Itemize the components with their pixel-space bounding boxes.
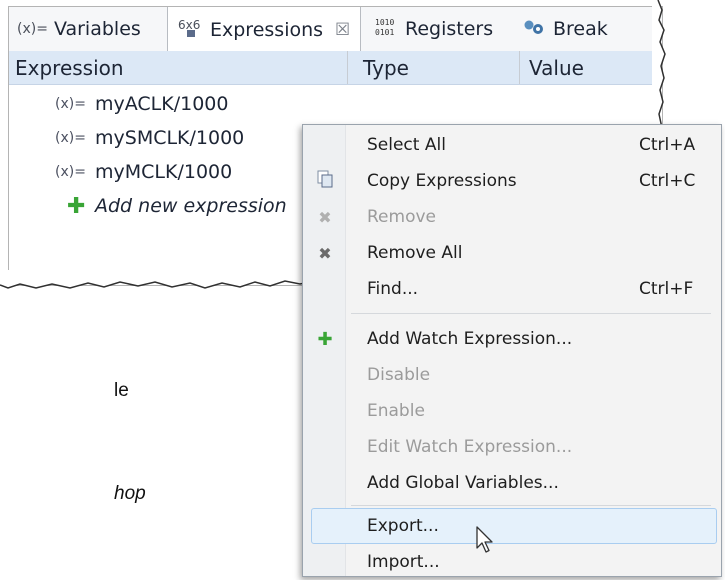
menu-item-find[interactable]: Find... Ctrl+F xyxy=(303,271,721,307)
menu-item-label: Add Watch Expression... xyxy=(367,329,573,349)
expressions-icon: 6x6 xyxy=(178,17,204,43)
view-tab-bar: (x)= Variables 6x6 Expressions ☒ 1010 01… xyxy=(9,7,662,52)
plus-icon: ✚ xyxy=(67,193,86,219)
menu-item-label: Disable xyxy=(367,365,431,385)
column-divider[interactable] xyxy=(347,51,348,84)
menu-item-export[interactable]: Export... xyxy=(303,508,721,544)
menu-item-add-global-variables[interactable]: Add Global Variables... xyxy=(303,465,721,501)
menu-item-disable[interactable]: Disable xyxy=(303,357,721,393)
svg-text:0101: 0101 xyxy=(375,28,394,37)
menu-item-remove[interactable]: ✖ Remove xyxy=(303,199,721,235)
background-text-fragment: le xyxy=(114,380,129,401)
column-header: Expression Type Value xyxy=(9,51,662,85)
menu-item-copy-expressions[interactable]: Copy Expressions Ctrl+C xyxy=(303,163,721,199)
expression-label: myACLK/1000 xyxy=(95,93,229,115)
menu-item-label: Enable xyxy=(367,401,425,421)
breakpoints-icon xyxy=(523,19,547,39)
expression-label: mySMCLK/1000 xyxy=(95,127,245,149)
background-text-fragment: hop xyxy=(114,483,146,504)
tab-variables[interactable]: (x)= Variables xyxy=(17,7,141,51)
menu-item-label: Remove All xyxy=(367,243,463,263)
expression-label: myMCLK/1000 xyxy=(95,161,233,183)
column-divider[interactable] xyxy=(519,51,520,84)
plus-icon: ✚ xyxy=(317,328,333,350)
registers-icon: 1010 0101 xyxy=(375,16,399,42)
remove-all-icon: ✖︎ xyxy=(318,243,332,263)
menu-item-label: Import... xyxy=(367,552,440,572)
menu-item-accelerator: Ctrl+C xyxy=(639,171,696,191)
menu-item-label: Export... xyxy=(367,516,439,536)
variable-icon: (x)= xyxy=(55,96,86,112)
menu-item-add-watch-expression[interactable]: ✚ Add Watch Expression... xyxy=(303,321,721,357)
column-type[interactable]: Type xyxy=(363,51,409,84)
add-expression-label: Add new expression xyxy=(95,195,287,217)
close-icon[interactable]: ☒ xyxy=(335,20,350,40)
column-value[interactable]: Value xyxy=(529,51,584,84)
menu-item-label: Edit Watch Expression... xyxy=(367,437,573,457)
menu-separator xyxy=(351,313,711,314)
menu-item-edit-watch-expression[interactable]: Edit Watch Expression... xyxy=(303,429,721,465)
column-expression[interactable]: Expression xyxy=(15,51,124,84)
variable-icon: (x)= xyxy=(55,164,86,180)
mouse-pointer-icon xyxy=(476,526,493,553)
copy-icon xyxy=(315,170,335,192)
remove-icon: ✖ xyxy=(318,207,332,227)
menu-item-label: Select All xyxy=(367,135,446,155)
menu-item-label: Copy Expressions xyxy=(367,171,517,191)
menu-item-label: Add Global Variables... xyxy=(367,473,559,493)
tab-label: Registers xyxy=(405,18,494,40)
tab-label: Expressions xyxy=(210,18,324,41)
menu-item-remove-all[interactable]: ✖︎ Remove All xyxy=(303,235,721,271)
menu-item-accelerator: Ctrl+A xyxy=(639,135,696,155)
context-menu: Select All Ctrl+A Copy Expressions Ctrl+… xyxy=(302,124,722,577)
menu-separator xyxy=(351,505,711,506)
menu-item-enable[interactable]: Enable xyxy=(303,393,721,429)
svg-text:6x6: 6x6 xyxy=(178,18,200,32)
menu-item-select-all[interactable]: Select All Ctrl+A xyxy=(303,127,721,163)
variables-icon: (x)= xyxy=(17,21,48,37)
tab-expressions[interactable]: 6x6 Expressions ☒ xyxy=(167,7,362,52)
tab-label: Break xyxy=(553,18,608,40)
menu-item-label: Find... xyxy=(367,279,419,299)
tab-breakpoints[interactable]: Break xyxy=(523,7,608,51)
table-row[interactable]: (x)= myACLK/1000 xyxy=(9,87,662,121)
torn-edge xyxy=(0,270,320,289)
svg-text:1010: 1010 xyxy=(375,18,394,27)
menu-item-import[interactable]: Import... xyxy=(303,544,721,580)
variable-icon: (x)= xyxy=(55,130,86,146)
menu-item-label: Remove xyxy=(367,207,436,227)
tab-registers[interactable]: 1010 0101 Registers xyxy=(375,7,493,51)
torn-edge xyxy=(652,0,666,128)
tab-label: Variables xyxy=(53,18,141,40)
menu-item-accelerator: Ctrl+F xyxy=(639,279,694,299)
